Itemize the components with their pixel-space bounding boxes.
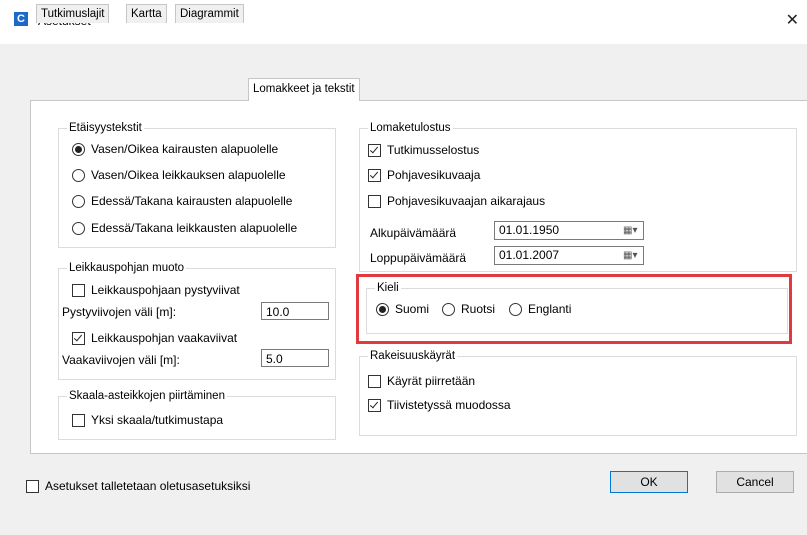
alku-date-value: 01.01.1950 [499,223,560,237]
cancel-button[interactable]: Cancel [716,471,794,493]
radio-etaisyys-3[interactable]: Edessä/Takana leikkausten alapuolelle [72,221,297,235]
checkbox-label: Tutkimusselostus [387,143,480,157]
pysty-input[interactable]: 10.0 [261,302,329,320]
group-title: Lomaketulostus [368,121,453,135]
annotation-highlight-box [356,274,792,344]
check-aikarajaus[interactable]: Pohjavesikuvaajan aikarajaus [368,194,545,208]
check-yksi-skaala[interactable]: Yksi skaala/tutkimustapa [72,413,223,427]
pysty-label: Pystyviivojen väli [m]: [62,305,177,319]
radio-label: Edessä/Takana leikkausten alapuolelle [91,221,298,235]
checkbox[interactable] [26,479,39,493]
checkbox-label: Leikkauspohjaan pystyviivat [91,283,240,297]
check-tiivistetyssa[interactable]: Tiivistetyssä muodossa [368,398,511,412]
radio-label: Vasen/Oikea leikkauksen alapuolelle [91,168,286,182]
alku-label: Alkupäivämäärä [370,226,457,240]
radio-button[interactable] [72,168,85,182]
group-title: Leikkauspohjan muoto [67,261,187,275]
radio-etaisyys-1[interactable]: Vasen/Oikea leikkauksen alapuolelle [72,168,286,182]
checkbox[interactable] [368,398,381,412]
loppu-date-value: 01.01.2007 [499,248,560,262]
vaaka-input[interactable]: 5.0 [261,349,329,367]
calendar-dropdown-icon[interactable]: ▦▾ [623,250,639,262]
checkbox-label: Yksi skaala/tutkimustapa [91,413,224,427]
loppu-label: Loppupäivämäärä [370,251,467,265]
radio-label: Vasen/Oikea kairausten alapuolelle [91,142,279,156]
close-icon[interactable]: ✕ [786,10,799,29]
check-kayrat-piirretaan[interactable]: Käyrät piirretään [368,374,475,388]
group-rakeisuuskayrat: Rakeisuuskäyrät [359,349,797,436]
radio-etaisyys-2[interactable]: Edessä/Takana kairausten alapuolelle [72,194,292,208]
tab-lomakkeet[interactable]: Lomakkeet ja tekstit [248,78,360,101]
radio-label: Edessä/Takana kairausten alapuolelle [91,194,293,208]
tab-tutkimuslajit[interactable]: Tutkimuslajit [36,4,110,23]
checkbox[interactable] [72,283,85,297]
radio-etaisyys-0[interactable]: Vasen/Oikea kairausten alapuolelle [72,142,278,156]
radio-button[interactable] [72,221,85,235]
radio-button[interactable] [72,142,85,156]
tab-kartta[interactable]: Kartta [126,4,167,23]
checkbox-label: Pohjavesikuvaajan aikarajaus [387,194,546,208]
checkbox[interactable] [368,143,381,157]
group-title: Skaala-asteikkojen piirtäminen [67,389,227,403]
checkbox-label: Asetukset talletetaan oletusasetuksiksi [45,479,251,493]
check-pohjavesikuvaaja[interactable]: Pohjavesikuvaaja [368,168,480,182]
check-tutkimusselostus[interactable]: Tutkimusselostus [368,143,479,157]
checkbox-label: Tiivistetyssä muodossa [387,398,511,412]
check-vaakaviivat[interactable]: Leikkauspohjan vaakaviivat [72,331,237,345]
check-save-default[interactable]: Asetukset talletetaan oletusasetuksiksi [26,479,250,493]
ok-button[interactable]: OK [610,471,688,493]
alku-date-picker[interactable]: 01.01.1950 ▦▾ [494,221,644,240]
checkbox[interactable] [72,413,85,427]
vaaka-label: Vaakaviivojen väli [m]: [62,353,180,367]
checkbox-label: Käyrät piirretään [387,374,476,388]
checkbox[interactable] [368,168,381,182]
checkbox[interactable] [368,194,381,208]
checkbox[interactable] [72,331,85,345]
group-title: Rakeisuuskäyrät [368,349,458,363]
tab-diagrammit[interactable]: Diagrammit [175,4,244,23]
calendar-dropdown-icon[interactable]: ▦▾ [623,225,639,237]
checkbox-label: Pohjavesikuvaaja [387,168,481,182]
checkbox-label: Leikkauspohjan vaakaviivat [91,331,238,345]
group-title: Etäisyystekstit [67,121,144,135]
radio-button[interactable] [72,194,85,208]
loppu-date-picker[interactable]: 01.01.2007 ▦▾ [494,246,644,265]
title-bar: C Asetukset ✕ [0,0,807,44]
check-pystyviivat[interactable]: Leikkauspohjaan pystyviivat [72,283,240,297]
checkbox[interactable] [368,374,381,388]
app-icon: C [14,12,28,26]
